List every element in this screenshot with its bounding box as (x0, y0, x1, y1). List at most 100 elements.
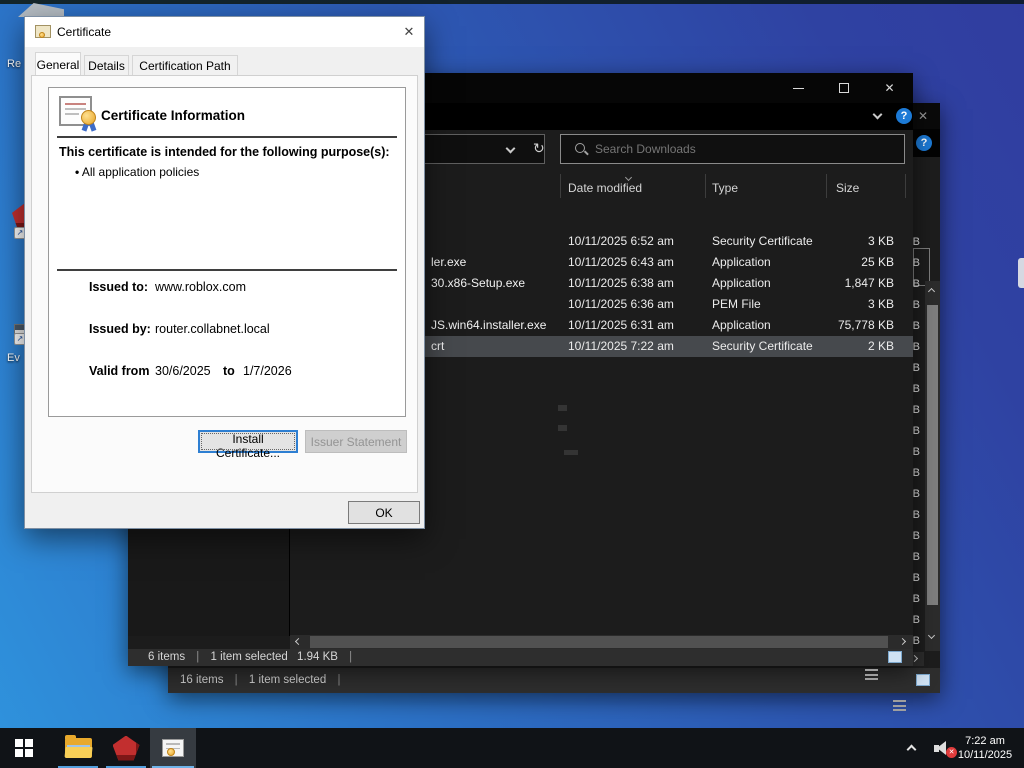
scroll-up-icon[interactable] (927, 287, 936, 296)
horizontal-scrollbar[interactable] (290, 635, 913, 649)
divider (57, 136, 397, 138)
thumbnail-view-icon[interactable] (916, 674, 930, 686)
file-type: Application (712, 276, 771, 290)
bullet-icon: • (75, 165, 80, 179)
start-button[interactable] (0, 728, 48, 768)
clock-time: 7:22 am (965, 735, 1005, 747)
scrollbar-thumb[interactable] (927, 305, 938, 605)
close-icon[interactable]: ✕ (910, 103, 936, 129)
help-icon[interactable]: ? (916, 135, 932, 151)
help-icon[interactable]: ? (896, 108, 912, 124)
volume-muted-icon[interactable]: ✕ (934, 740, 957, 758)
details-view-icon[interactable] (865, 669, 878, 680)
dialog-title: Certificate (57, 25, 112, 39)
file-name: crt (431, 339, 445, 353)
valid-from-value: 30/6/2025 (155, 364, 211, 378)
column-divider[interactable] (905, 174, 906, 198)
file-type: PEM File (712, 297, 761, 311)
minimize-icon (793, 87, 804, 89)
screen-top-edge-strip (0, 0, 1024, 4)
file-size: 3 KB (867, 297, 894, 311)
file-size: 3 KB (867, 234, 894, 248)
maximize-button[interactable] (821, 73, 866, 103)
scroll-down-icon[interactable] (927, 631, 936, 640)
selection-size: 1.94 KB (297, 651, 338, 663)
item-count: 6 items (148, 651, 186, 663)
column-divider[interactable] (705, 174, 706, 198)
file-date-modified: 10/11/2025 6:43 am (568, 255, 674, 269)
tray-expand-icon[interactable] (906, 744, 917, 755)
back-status-bar: 16 items | 1 item selected | (168, 668, 940, 711)
scroll-left-icon[interactable] (294, 637, 303, 646)
scroll-right-icon[interactable] (898, 637, 907, 646)
tab-certification-path[interactable]: Certification Path (132, 55, 238, 76)
back-vertical-scrollbar[interactable] (925, 281, 940, 651)
column-divider[interactable] (560, 174, 561, 198)
purpose-heading: This certificate is intended for the fol… (59, 145, 390, 159)
desktop-icon-label-re[interactable]: Re (7, 58, 21, 70)
sort-indicator-icon (624, 173, 633, 182)
file-date-modified: 10/11/2025 6:36 am (568, 297, 674, 311)
refresh-icon[interactable]: ↻ (533, 140, 545, 157)
tab-page-general: Certificate Information This certificate… (31, 75, 418, 493)
issued-by-label: Issued by: (89, 322, 151, 336)
clock-date: 10/11/2025 (957, 749, 1013, 761)
desktop: Re ↗ ↗ Ev ✕ ? KBKBKBKBKBKBKBKBKBKBKBKBKB… (0, 0, 1024, 768)
thumbnail-view-icon[interactable] (888, 651, 902, 663)
close-button[interactable]: ✕ (394, 17, 424, 47)
certificate-info-icon (59, 96, 99, 132)
valid-to-value: 1/7/2026 (243, 364, 292, 378)
column-header-date-modified[interactable]: Date modified (568, 181, 642, 195)
close-button[interactable]: ✕ (866, 73, 913, 103)
tab-details[interactable]: Details (84, 55, 129, 76)
issued-to-value: www.roblox.com (155, 280, 246, 294)
search-box[interactable] (560, 134, 905, 164)
install-certificate-button[interactable]: Install Certificate... (198, 430, 298, 460)
taskbar: ✕ 7:22 am 10/11/2025 (0, 728, 1024, 768)
taskbar-clock[interactable]: 7:22 am 10/11/2025 (952, 734, 1018, 762)
certificate-info-panel: Certificate Information This certificate… (48, 87, 406, 417)
search-icon (575, 143, 585, 153)
separator: | (234, 674, 238, 686)
file-size: 1,847 KB (844, 276, 894, 290)
search-input[interactable] (595, 137, 895, 161)
dialog-title-bar[interactable]: Certificate ✕ (25, 17, 424, 47)
background-window-corner-fragment (18, 3, 64, 17)
valid-from-label: Valid from (89, 364, 150, 378)
certificate-window-icon (162, 739, 184, 757)
selection-count: 1 item selected (210, 651, 288, 663)
scrollbar-thumb[interactable] (310, 636, 888, 648)
clipped-desktop-icon-right-edge[interactable] (1018, 258, 1024, 288)
separator: | (337, 674, 341, 686)
minimize-button[interactable] (776, 73, 821, 103)
file-type: Application (712, 318, 771, 332)
desktop-icon-label-ev: Ev (7, 352, 20, 364)
taskbar-file-explorer-button[interactable] (56, 728, 100, 768)
details-view-icon[interactable] (893, 700, 906, 711)
address-dropdown-icon[interactable] (505, 143, 516, 154)
item-count: 16 items (180, 674, 224, 686)
windows-logo-icon (15, 739, 33, 757)
certificate-info-heading: Certificate Information (101, 108, 246, 123)
ok-button[interactable]: OK (348, 501, 420, 524)
tab-general[interactable]: General (35, 52, 81, 76)
file-date-modified: 10/11/2025 6:38 am (568, 276, 674, 290)
taskbar-certificate-button[interactable] (150, 728, 196, 768)
valid-to-label: to (223, 364, 235, 378)
purpose-item: • All application policies (75, 165, 200, 179)
taskbar-red-app-button[interactable] (104, 728, 148, 768)
column-header-type[interactable]: Type (712, 181, 738, 195)
column-divider[interactable] (826, 174, 827, 198)
ribbon-expand-icon[interactable] (872, 109, 883, 120)
maximize-icon (838, 83, 849, 93)
certificate-dialog: Certificate ✕ General Details Certificat… (24, 16, 425, 529)
issuer-statement-button[interactable]: Issuer Statement (305, 430, 407, 453)
column-header-size[interactable]: Size (836, 181, 859, 195)
file-size: 75,778 KB (837, 318, 894, 332)
file-date-modified: 10/11/2025 6:31 am (568, 318, 674, 332)
file-date-modified: 10/11/2025 7:22 am (568, 339, 674, 353)
file-date-modified: 10/11/2025 6:52 am (568, 234, 674, 248)
divider (57, 269, 397, 271)
red-app-icon (112, 735, 140, 761)
screen-artifact (558, 405, 567, 411)
